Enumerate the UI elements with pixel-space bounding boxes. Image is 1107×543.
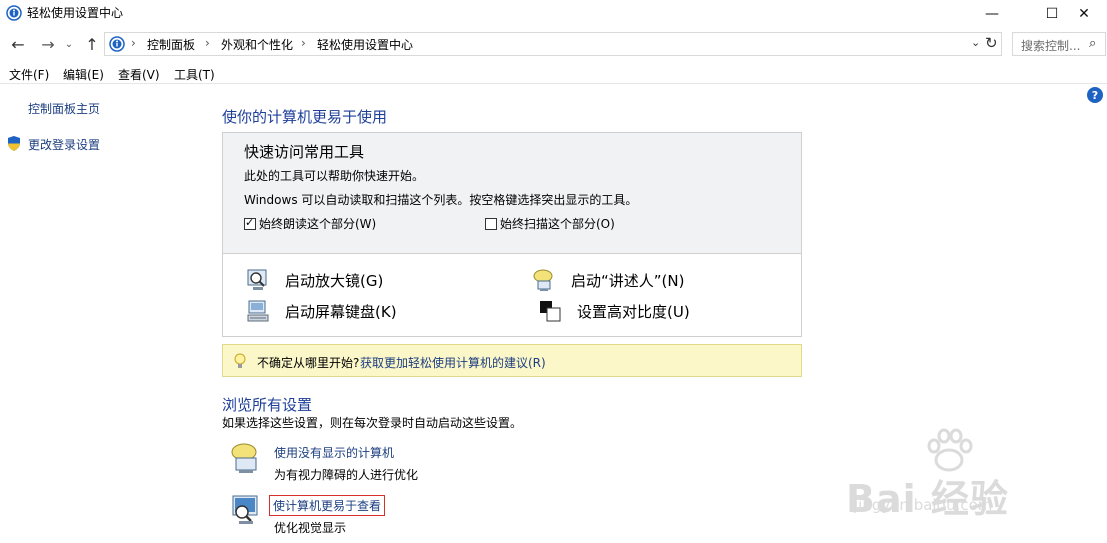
menu-file[interactable]: 文件(F) xyxy=(9,66,49,83)
breadcrumb-control-panel[interactable]: 控制面板 xyxy=(147,36,195,53)
start-on-screen-keyboard-tool[interactable]: 启动屏幕键盘(K) xyxy=(247,300,397,322)
minimize-button[interactable]: — xyxy=(969,0,1015,28)
tip-text: 不确定从哪里开始? xyxy=(257,356,360,370)
shield-icon xyxy=(8,136,20,151)
checkbox-unchecked-icon[interactable] xyxy=(485,217,497,230)
close-icon: ✕ xyxy=(1078,6,1090,22)
refresh-icon[interactable]: ↻ xyxy=(985,34,998,52)
menu-view[interactable]: 查看(V) xyxy=(118,66,160,83)
keyboard-icon xyxy=(247,300,269,322)
make-easier-to-see-link[interactable]: 使计算机更易于查看 xyxy=(269,495,386,516)
quick-access-header: 快速访问常用工具 此处的工具可以帮助你快速开始。 Windows 可以自动读取和… xyxy=(223,133,801,254)
browse-settings-heading: 浏览所有设置 xyxy=(222,396,313,414)
control-panel-home-link[interactable]: 控制面板主页 xyxy=(28,100,100,117)
arrow-left-icon: ← xyxy=(11,34,25,54)
title-bar: 轻松使用设置中心 — ☐ ✕ xyxy=(0,0,1107,28)
search-input[interactable]: 搜索控制... ⌕ xyxy=(1012,32,1106,56)
breadcrumb-ease-of-access[interactable]: 轻松使用设置中心 xyxy=(317,36,413,53)
recent-locations-button[interactable]: ⌄ xyxy=(62,33,76,55)
use-without-display-link[interactable]: 使用没有显示的计算机 xyxy=(274,444,394,461)
always-scan-checkbox[interactable]: 始终扫描这个部分(O) xyxy=(485,215,615,232)
minimize-icon: — xyxy=(985,6,999,22)
tip-banner: 不确定从哪里开始? 获取更加轻松使用计算机的建议(R) xyxy=(222,344,802,377)
change-login-settings-link[interactable]: 更改登录设置 xyxy=(28,136,100,153)
forward-button[interactable]: → xyxy=(38,33,58,55)
start-narrator-label[interactable]: 启动“讲述人”(N) xyxy=(571,270,684,291)
computer-without-display-icon xyxy=(231,443,257,473)
set-high-contrast-tool[interactable]: 设置高对比度(U) xyxy=(539,300,690,322)
baidu-watermark: Bai 经验 jingyan.baidu.com xyxy=(846,428,1066,528)
browse-settings-desc: 如果选择这些设置，则在每次登录时自动启动这些设置。 xyxy=(222,416,523,430)
set-high-contrast-label[interactable]: 设置高对比度(U) xyxy=(577,301,690,322)
start-on-screen-keyboard-label[interactable]: 启动屏幕键盘(K) xyxy=(285,301,397,322)
window-title: 轻松使用设置中心 xyxy=(27,6,124,20)
watermark-url: jingyan.baidu.com xyxy=(854,496,993,514)
use-without-display-desc: 为有视力障碍的人进行优化 xyxy=(274,468,419,482)
make-easier-to-see-icon xyxy=(232,495,258,524)
magnifier-icon xyxy=(247,269,267,290)
back-button[interactable]: ← xyxy=(8,33,28,55)
breadcrumb-separator[interactable]: › xyxy=(301,36,306,50)
start-magnifier-label[interactable]: 启动放大镜(G) xyxy=(285,270,383,291)
address-dropdown-icon[interactable]: ⌄ xyxy=(971,36,980,49)
menu-tools[interactable]: 工具(T) xyxy=(174,66,215,83)
start-magnifier-tool[interactable]: 启动放大镜(G) xyxy=(247,269,383,291)
chevron-down-icon: ⌄ xyxy=(64,38,74,50)
breadcrumb-separator[interactable]: › xyxy=(131,36,136,50)
high-contrast-icon xyxy=(540,301,561,322)
arrow-up-icon: ↑ xyxy=(85,34,99,54)
always-read-label[interactable]: 始终朗读这个部分(W) xyxy=(259,215,376,232)
quick-access-panel: 快速访问常用工具 此处的工具可以帮助你快速开始。 Windows 可以自动读取和… xyxy=(222,132,802,337)
close-button[interactable]: ✕ xyxy=(1061,0,1107,28)
breadcrumb-appearance[interactable]: 外观和个性化 xyxy=(221,36,293,53)
address-bar[interactable]: › 控制面板 › 外观和个性化 › 轻松使用设置中心 ⌄ ↻ xyxy=(104,32,1002,56)
always-scan-label[interactable]: 始终扫描这个部分(O) xyxy=(500,215,615,232)
menu-edit[interactable]: 编辑(E) xyxy=(63,66,104,83)
search-icon[interactable]: ⌕ xyxy=(1089,36,1096,51)
quick-access-title: 快速访问常用工具 xyxy=(244,143,365,161)
start-narrator-tool[interactable]: 启动“讲述人”(N) xyxy=(533,269,684,291)
lightbulb-icon xyxy=(234,353,246,368)
ease-of-access-icon xyxy=(6,5,22,21)
always-read-checkbox[interactable]: 始终朗读这个部分(W) xyxy=(244,215,376,232)
make-easier-to-see-desc: 优化视觉显示 xyxy=(274,521,347,535)
search-placeholder: 搜索控制... xyxy=(1021,39,1081,53)
get-recommendations-link[interactable]: 获取更加轻松使用计算机的建议(R) xyxy=(360,354,546,371)
quick-access-desc-windows: Windows 可以自动读取和扫描这个列表。按空格键选择突出显示的工具。 xyxy=(244,193,638,207)
maximize-icon: ☐ xyxy=(1045,6,1059,22)
up-button[interactable]: ↑ xyxy=(82,33,102,55)
quick-access-desc: 此处的工具可以帮助你快速开始。 xyxy=(244,169,425,183)
arrow-right-icon: → xyxy=(41,34,55,54)
menu-bar: 文件(F) 编辑(E) 查看(V) 工具(T) xyxy=(0,62,1107,84)
ease-of-access-icon xyxy=(109,36,125,52)
checkbox-checked-icon[interactable] xyxy=(244,216,256,230)
narrator-icon xyxy=(533,269,553,291)
paw-logo-icon xyxy=(927,428,973,472)
breadcrumb-separator[interactable]: › xyxy=(205,36,210,50)
page-title: 使你的计算机更易于使用 xyxy=(222,108,388,126)
address-toolbar: ← → ⌄ ↑ › 控制面板 › 外观和个性化 › 轻松使用设置中心 ⌄ ↻ 搜… xyxy=(0,30,1107,58)
help-icon[interactable]: ? xyxy=(1087,87,1103,103)
